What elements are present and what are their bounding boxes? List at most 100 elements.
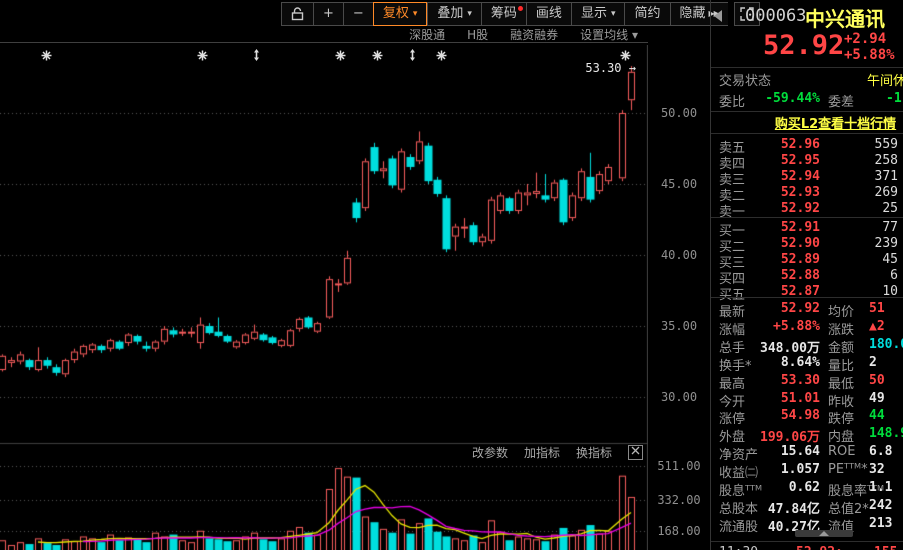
stats-row: 涨幅+5.88%涨跌▲2 xyxy=(711,319,903,336)
stat-value: 8.64% xyxy=(781,355,820,370)
weibi-value: -59.44% xyxy=(765,91,820,106)
drawline-button[interactable]: 画线 xyxy=(526,2,571,26)
stat-label: 总手 xyxy=(719,337,745,356)
chevron-down-icon: ▾ xyxy=(413,3,418,25)
stat-value: 1.1 xyxy=(869,480,892,495)
divider xyxy=(711,133,903,134)
stat-label: PEᵀᵀᴹ* xyxy=(828,462,868,477)
flower-star-icon xyxy=(197,50,208,61)
ask-price[interactable]: 52.93 xyxy=(781,185,820,200)
overlay-button-label: 叠加 xyxy=(437,3,463,25)
stat-label: 外盘 xyxy=(719,426,745,445)
display-button[interactable]: 显示▾ xyxy=(571,2,625,26)
price-axis-label: 50.00 xyxy=(652,106,706,120)
ask-price[interactable]: 52.94 xyxy=(781,169,820,184)
bid-price[interactable]: 52.90 xyxy=(781,236,820,251)
stock-name: 中兴通讯 xyxy=(805,3,885,32)
bid-price[interactable]: 52.91 xyxy=(781,220,820,235)
weibi-label: 委比 xyxy=(719,91,745,110)
price-axis-label: 40.00 xyxy=(652,248,706,262)
bid-price[interactable]: 52.88 xyxy=(781,268,820,283)
stat-label: ROE xyxy=(828,444,855,459)
stat-value: 51 xyxy=(869,301,885,316)
stat-value: 180.0 xyxy=(869,337,903,352)
ask-volume: 559 xyxy=(875,137,898,152)
volume-axis-label: 332.00 xyxy=(652,493,706,507)
stat-value: 52.92 xyxy=(781,301,820,316)
tab-hshare[interactable]: H股 xyxy=(467,26,488,43)
stat-label: 股息ᵀᵀᴹ xyxy=(719,480,762,499)
stats-row: 收益㈡1.057PEᵀᵀᴹ*32 xyxy=(711,462,903,479)
stat-label: 今开 xyxy=(719,391,745,410)
overlay-button[interactable]: 叠加▾ xyxy=(427,2,481,26)
stat-label: 跌停 xyxy=(828,408,854,427)
zoom-out-button[interactable]: − xyxy=(343,2,373,26)
fuquan-button[interactable]: 复权▾ xyxy=(373,2,428,26)
display-button-label: 显示 xyxy=(581,3,607,25)
indicator-link-1[interactable]: 加指标 xyxy=(524,444,560,461)
bid-volume: 77 xyxy=(882,220,898,235)
tab-margin[interactable]: 融资融券 xyxy=(510,26,558,43)
drawline-button-label: 画线 xyxy=(536,3,562,25)
stats-row: 最新52.92均价51 xyxy=(711,301,903,318)
up-down-arrow-marker xyxy=(408,46,420,58)
bid-row: 买三52.8945 xyxy=(711,252,903,268)
stats-row: 净资产15.64ROE6.8 xyxy=(711,444,903,461)
zoom-in-button[interactable]: + xyxy=(313,2,343,26)
quote-panel: 000063 中兴通讯 52.92 +2.94 +5.88% 交易状态 午间休市… xyxy=(710,0,903,550)
ask-volume: 25 xyxy=(882,201,898,216)
price-axis-label: 45.00 xyxy=(652,177,706,191)
indicator-link-0[interactable]: 改参数 xyxy=(472,444,508,461)
ask-volume: 371 xyxy=(875,169,898,184)
tab-ma-setting[interactable]: 设置均线 ▾ xyxy=(580,26,638,43)
flower-star-icon xyxy=(335,50,346,61)
ask-price[interactable]: 52.95 xyxy=(781,153,820,168)
simple-button[interactable]: 简约 xyxy=(624,2,669,26)
stat-value: 242 xyxy=(869,498,892,513)
ask-volume: 269 xyxy=(875,185,898,200)
stat-value: 213 xyxy=(869,516,892,531)
weicha-value: -1 xyxy=(886,91,902,106)
stat-label: 总股本 xyxy=(719,498,758,517)
bid-row: 买二52.90239 xyxy=(711,236,903,252)
divider xyxy=(711,217,903,218)
flower-star-icon xyxy=(41,50,52,61)
panel-resize-handle[interactable] xyxy=(795,530,853,537)
zoom-in-button-label: + xyxy=(323,3,334,25)
stat-label: 昨收 xyxy=(828,391,854,410)
stat-value: 6.8 xyxy=(869,444,892,459)
price-axis-label: 35.00 xyxy=(652,319,706,333)
chips-button[interactable]: 筹码 xyxy=(481,2,526,26)
stat-label: 最高 xyxy=(719,373,745,392)
stat-value: 47.84亿 xyxy=(768,498,820,517)
lock-open-icon xyxy=(291,7,304,21)
chevron-down-icon: ▾ xyxy=(467,3,472,25)
flower-star-icon xyxy=(372,50,383,61)
ask-row: 卖一52.9225 xyxy=(711,201,903,217)
stat-label: 均价 xyxy=(828,301,854,320)
flower-star-marker xyxy=(620,46,632,58)
ask-price[interactable]: 52.92 xyxy=(781,201,820,216)
lock-button[interactable] xyxy=(281,2,313,26)
stats-row: 换手*8.64%量比2 xyxy=(711,355,903,372)
stat-value: 0.62 xyxy=(789,480,820,495)
candlestick-chart[interactable] xyxy=(0,45,648,550)
collapse-panel-icon[interactable] xyxy=(714,10,722,22)
high-price-label: 53.30 xyxy=(585,61,621,75)
l2-quote-link[interactable]: 购买L2查看十档行情 xyxy=(711,113,903,132)
bid-price[interactable]: 52.89 xyxy=(781,252,820,267)
close-indicator-button[interactable] xyxy=(628,445,643,460)
flower-star-marker xyxy=(335,46,347,58)
stats-row: 股息ᵀᵀᴹ0.62股息率ᵀᵀᴹ1.1 xyxy=(711,480,903,497)
ask-row: 卖五52.96559 xyxy=(711,137,903,153)
indicator-link-2[interactable]: 换指标 xyxy=(576,444,612,461)
trading-status-label: 交易状态 xyxy=(719,70,771,89)
stat-value: 50 xyxy=(869,373,885,388)
bid-volume: 239 xyxy=(875,236,898,251)
tab-szt[interactable]: 深股通 xyxy=(409,26,445,43)
stat-value: 54.98 xyxy=(781,408,820,423)
tick-time: 11:30 xyxy=(719,545,758,550)
bid-volume: 45 xyxy=(882,252,898,267)
ask-price[interactable]: 52.96 xyxy=(781,137,820,152)
chart-toolbar: +−复权▾叠加▾筹码画线显示▾简约隐藏▶▶ xyxy=(281,2,760,26)
